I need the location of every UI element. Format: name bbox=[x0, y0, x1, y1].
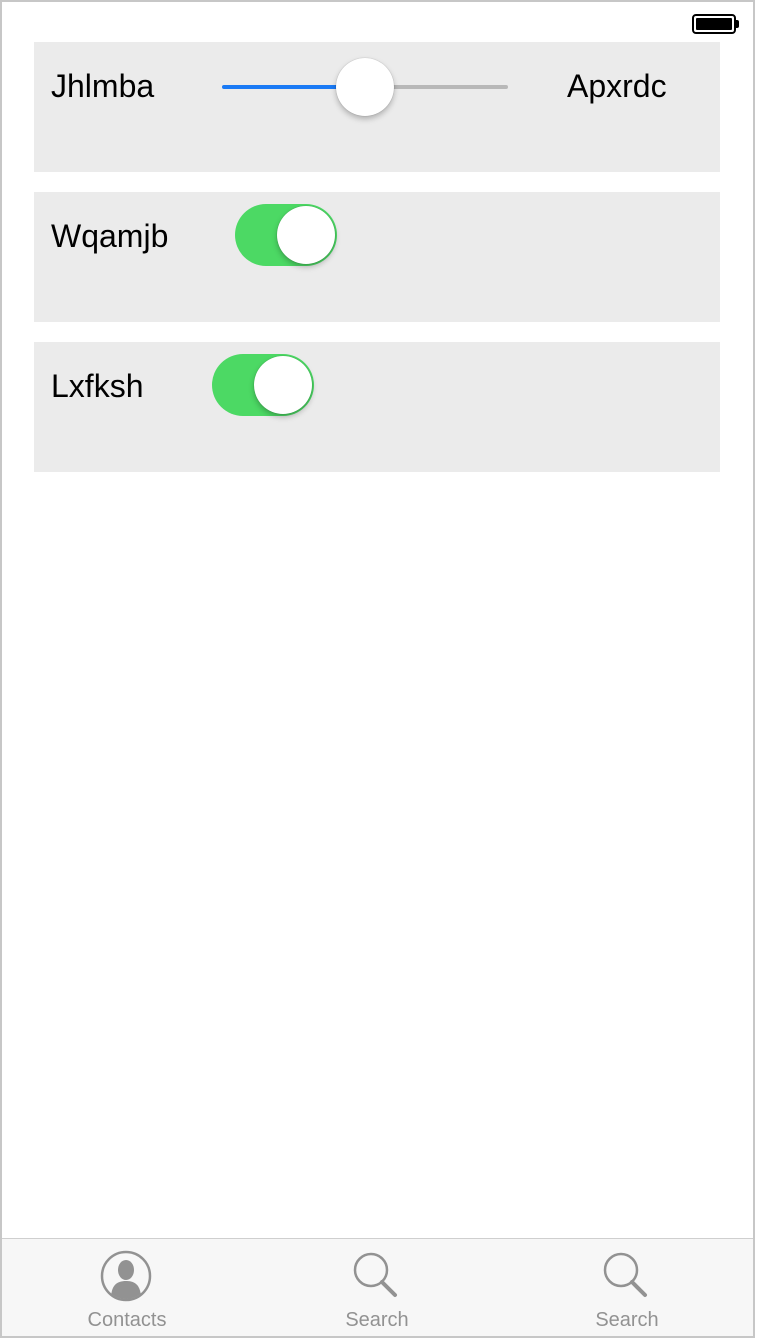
toggle-knob bbox=[254, 356, 312, 414]
tab-search-1[interactable]: Search bbox=[252, 1239, 502, 1336]
toggle-label: Wqamjb bbox=[51, 218, 169, 254]
wqamjb-toggle[interactable] bbox=[235, 204, 337, 266]
app-screen: Jhlmba Apxrdc Wqamjb Lxfksh Contacts Sea… bbox=[0, 0, 755, 1338]
slider-label: Jhlmba bbox=[51, 68, 155, 104]
tab-label: Search bbox=[345, 1309, 409, 1331]
toggle-row-wqamjb: Wqamjb bbox=[34, 192, 720, 322]
value-slider[interactable] bbox=[222, 58, 508, 122]
tab-bar: Contacts Search Search bbox=[2, 1238, 753, 1336]
tab-contacts[interactable]: Contacts bbox=[2, 1239, 252, 1336]
search-icon bbox=[353, 1252, 397, 1297]
slider-thumb[interactable] bbox=[336, 58, 394, 116]
lxfksh-toggle[interactable] bbox=[212, 354, 314, 416]
tab-search-2[interactable]: Search bbox=[502, 1239, 752, 1336]
search-icon bbox=[603, 1252, 647, 1297]
contacts-icon bbox=[100, 1250, 152, 1302]
slider-value-label: Apxrdc bbox=[567, 68, 667, 104]
tab-label: Contacts bbox=[87, 1309, 167, 1331]
tab-label: Search bbox=[595, 1309, 659, 1331]
toggle-row-lxfksh: Lxfksh bbox=[34, 342, 720, 472]
slider-row: Jhlmba Apxrdc bbox=[34, 42, 720, 172]
toggle-label: Lxfksh bbox=[51, 368, 144, 404]
toggle-knob bbox=[277, 206, 335, 264]
battery-icon bbox=[692, 14, 739, 34]
